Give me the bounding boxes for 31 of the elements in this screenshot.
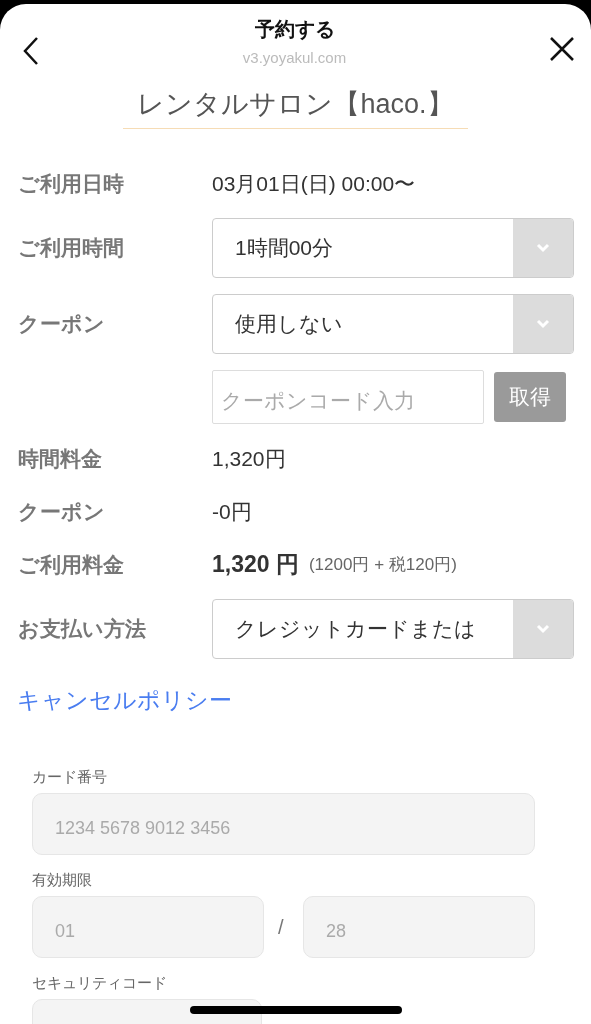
- shop-name: レンタルサロン【haco.】: [123, 86, 468, 129]
- expiry-month-field[interactable]: 01: [32, 896, 264, 958]
- back-icon[interactable]: [22, 36, 40, 66]
- field-label: お支払い方法: [18, 616, 147, 642]
- dropdown-field[interactable]: 1時間00分: [212, 218, 574, 278]
- total-price: 1,320 円: [212, 550, 299, 579]
- field-label: ご利用料金: [18, 551, 125, 578]
- field-label: セキュリティコード: [32, 974, 168, 993]
- chevron-down-icon: [513, 295, 573, 353]
- field-label: 時間料金: [18, 445, 103, 472]
- page-title: 予約する: [254, 17, 335, 42]
- field-label: 有効期限: [32, 871, 93, 890]
- separator-text: /: [278, 915, 285, 939]
- chevron-down-icon: [513, 219, 573, 277]
- field-label: ご利用日時: [18, 170, 125, 197]
- chevron-down-icon: [513, 600, 573, 658]
- dropdown-field[interactable]: 使用しない: [212, 294, 574, 354]
- card-number-field[interactable]: 1234 5678 9012 3456: [32, 793, 535, 855]
- dropdown-field[interactable]: クレジットカードまたは: [212, 599, 574, 659]
- field-value: 03月01日(日) 00:00〜: [212, 170, 416, 197]
- field-value: 1,320円: [212, 445, 286, 472]
- expiry-year-field[interactable]: 28: [303, 896, 535, 958]
- cancel-policy-link[interactable]: キャンセルポリシー: [17, 685, 232, 716]
- field-value: -0円: [212, 498, 252, 525]
- field-label: クーポン: [18, 311, 106, 337]
- site-address: v3.yoyakul.com: [242, 49, 347, 66]
- field-label: ご利用時間: [18, 235, 125, 261]
- field-label: カード番号: [32, 768, 108, 787]
- field-label: クーポン: [18, 498, 106, 525]
- close-icon[interactable]: [549, 36, 575, 62]
- price-breakdown: (1200円 + 税120円): [308, 554, 457, 576]
